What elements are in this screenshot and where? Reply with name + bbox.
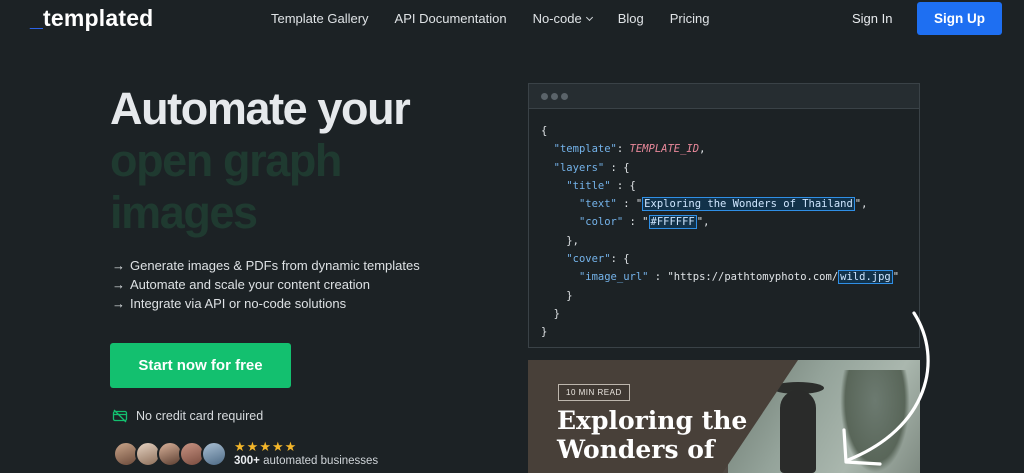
top-nav: _templated Template Gallery API Document…: [0, 0, 1024, 38]
feature-text: Integrate via API or no-code solutions: [130, 296, 347, 311]
code-template-id: TEMPLATE_ID: [629, 143, 700, 156]
code-key-cover: "cover": [566, 253, 611, 266]
arrow-right-icon: →: [112, 258, 125, 273]
star-icon: ★: [259, 439, 272, 454]
window-dot-icon: [551, 93, 558, 100]
nav-links: Template Gallery API Documentation No-co…: [271, 11, 735, 26]
avatar: [201, 441, 227, 467]
code-key-text: "text": [578, 198, 617, 211]
no-credit-card-text: No credit card required: [136, 409, 264, 423]
feature-list: → Generate images & PDFs from dynamic tem…: [112, 256, 420, 313]
preview-title: Exploring the Wonders of: [557, 406, 748, 464]
code-block: { "template": TEMPLATE_ID, "layers" : { …: [541, 125, 900, 339]
chevron-down-icon: [585, 13, 593, 22]
logo[interactable]: _templated: [30, 5, 153, 32]
read-time-badge: 10 MIN READ: [558, 384, 630, 401]
hero-title-line-3: images: [110, 187, 258, 238]
businesses-number: 300+: [234, 455, 260, 467]
hero-title-line-1: Automate your: [110, 83, 411, 134]
code-key-template: "template": [553, 143, 617, 156]
nav-link-no-code[interactable]: No-code: [532, 11, 593, 26]
nav-link-pricing[interactable]: Pricing: [670, 11, 710, 26]
star-icon: ★: [234, 439, 247, 454]
hero-title-line-2: open graph: [110, 135, 342, 186]
no-credit-card-icon: [112, 409, 128, 423]
api-code-sample: { "template": TEMPLATE_ID, "layers" : { …: [528, 83, 920, 348]
feature-text: Automate and scale your content creation: [130, 277, 370, 292]
nav-link-api-documentation[interactable]: API Documentation: [395, 11, 507, 26]
traveler-silhouette: [780, 390, 816, 473]
sign-in-link[interactable]: Sign In: [852, 11, 892, 26]
rating-stars: ★★★★★: [234, 439, 297, 455]
feature-text: Generate images & PDFs from dynamic temp…: [130, 258, 420, 273]
feature-item: → Automate and scale your content creatio…: [112, 275, 420, 294]
code-key-title: "title": [566, 179, 611, 192]
star-icon: ★: [271, 439, 285, 454]
code-color-value: #FFFFFF: [648, 215, 697, 230]
star-icon: ★: [284, 439, 298, 454]
nav-link-template-gallery[interactable]: Template Gallery: [271, 11, 369, 26]
feature-item: → Generate images & PDFs from dynamic tem…: [112, 256, 420, 275]
logo-text: templated: [43, 5, 154, 31]
window-dot-icon: [541, 93, 548, 100]
no-credit-card-note: No credit card required: [112, 409, 263, 423]
star-icon: ★: [246, 439, 260, 454]
curved-arrow-icon: [842, 311, 930, 466]
hero-title: Automate your open graph images: [110, 83, 411, 239]
feature-item: → Integrate via API or no-code solutions: [112, 294, 420, 313]
code-key-layers: "layers": [553, 161, 605, 174]
nav-link-blog[interactable]: Blog: [618, 11, 644, 26]
start-free-button[interactable]: Start now for free: [110, 343, 291, 388]
businesses-count: 300+ automated businesses: [234, 455, 378, 467]
code-key-image-url: "image_url": [578, 271, 649, 284]
code-text-value: Exploring the Wonders of Thailand: [642, 197, 855, 212]
code-key-color: "color": [578, 216, 624, 229]
code-window-header: [529, 84, 919, 109]
code-url-prefix: https://pathtomyphoto.com/: [673, 271, 839, 284]
arrow-right-icon: →: [112, 277, 125, 292]
sign-up-button[interactable]: Sign Up: [917, 2, 1002, 35]
nav-link-no-code-label: No-code: [532, 11, 582, 26]
customer-avatars: [113, 441, 227, 467]
arrow-right-icon: →: [112, 296, 125, 311]
logo-underscore: _: [30, 5, 43, 31]
businesses-label: automated businesses: [263, 455, 379, 467]
code-url-file: wild.jpg: [838, 270, 893, 285]
window-dot-icon: [561, 93, 568, 100]
